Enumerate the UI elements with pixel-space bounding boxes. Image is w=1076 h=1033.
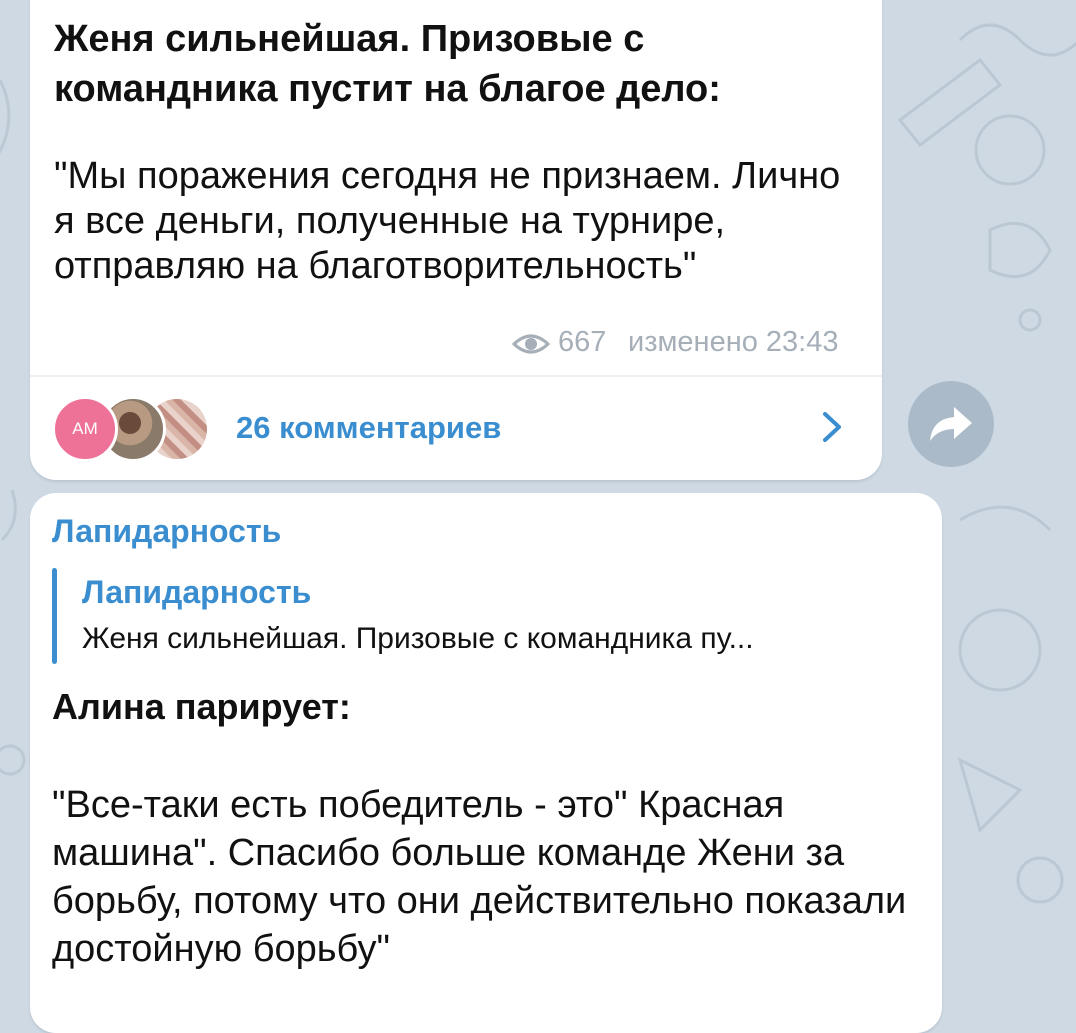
eye-icon bbox=[512, 334, 550, 354]
post-headline: Женя сильнейшая. Призовые с командника п… bbox=[54, 18, 721, 110]
avatar-initials: AM bbox=[72, 419, 98, 438]
reply-author: Лапидарность bbox=[82, 574, 312, 610]
reply-snippet: Женя сильнейшая. Призовые с командника п… bbox=[82, 622, 754, 655]
reply-quote[interactable]: Лапидарность Женя сильнейшая. Призовые с… bbox=[52, 568, 932, 664]
reply-accent-bar bbox=[52, 568, 57, 664]
post-body-text: "Все-таки есть победитель - это" Красная… bbox=[52, 784, 907, 970]
channel-post-bubble[interactable]: Лапидарность Лапидарность Женя сильнейша… bbox=[30, 493, 942, 1033]
avatar: AM bbox=[52, 396, 118, 462]
comments-link[interactable]: 26 комментариев bbox=[236, 410, 501, 446]
view-count: 667 bbox=[558, 326, 607, 358]
post-headline: Алина парирует: bbox=[52, 686, 351, 727]
comments-divider bbox=[30, 375, 882, 377]
channel-post-bubble[interactable]: Женя сильнейшая. Призовые с командника п… bbox=[30, 0, 882, 480]
chevron-right-icon[interactable] bbox=[820, 410, 844, 444]
share-button[interactable] bbox=[908, 381, 994, 467]
edited-timestamp: изменено 23:43 bbox=[628, 326, 839, 358]
post-body-text: "Мы поражения сегодня не признаем. Лично… bbox=[54, 155, 841, 287]
share-icon bbox=[930, 407, 972, 441]
post-sender-name[interactable]: Лапидарность bbox=[52, 513, 281, 550]
